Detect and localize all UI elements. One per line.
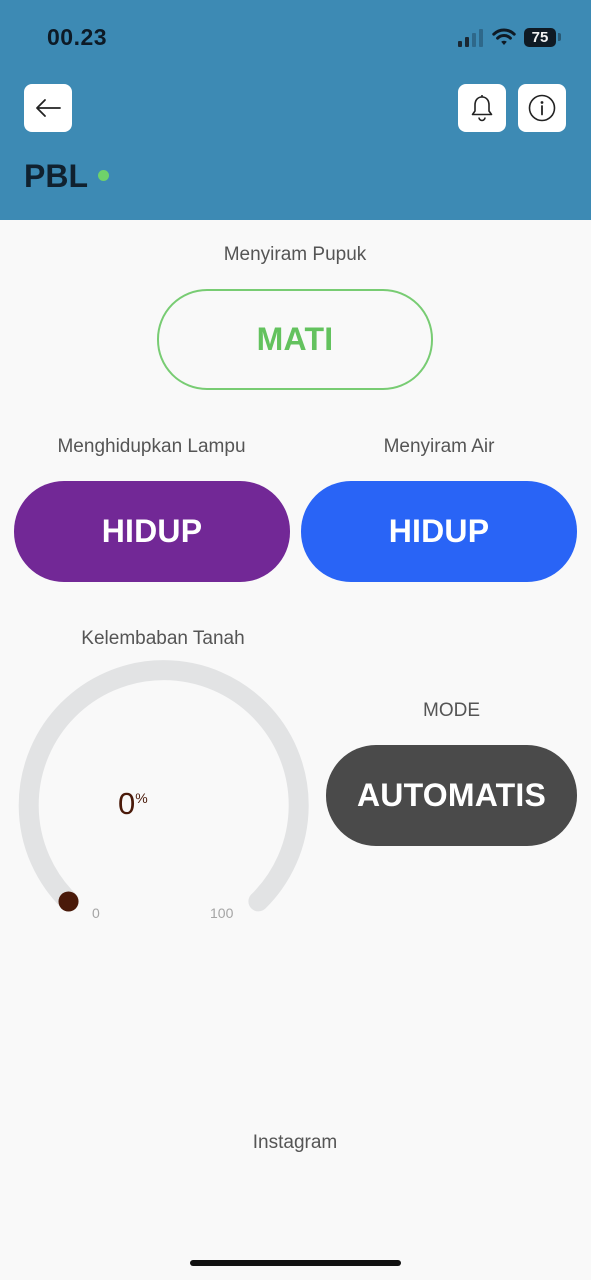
battery-indicator: 75	[524, 28, 556, 47]
home-indicator	[190, 1260, 401, 1266]
cellular-signal-icon	[458, 29, 484, 47]
online-status-dot	[98, 170, 109, 181]
gauge-value: 0	[118, 786, 136, 821]
lamp-toggle-button[interactable]: HIDUP	[14, 481, 290, 582]
back-button[interactable]	[24, 84, 72, 132]
page-title: PBL	[24, 158, 88, 194]
gauge-max-label: 100	[210, 905, 234, 921]
gauge-value-display: 0%	[118, 786, 208, 822]
bell-icon	[471, 95, 493, 122]
arrow-left-icon	[36, 99, 61, 117]
info-button[interactable]	[518, 84, 566, 132]
notifications-button[interactable]	[458, 84, 506, 132]
water-label: Menyiram Air	[383, 436, 495, 457]
mode-label: MODE	[423, 700, 480, 721]
fertilizer-label: Menyiram Pupuk	[223, 244, 367, 265]
gauge-min-label: 0	[92, 905, 100, 921]
wifi-icon	[492, 28, 516, 45]
fertilizer-toggle-button[interactable]: MATI	[157, 289, 433, 390]
info-icon	[528, 94, 556, 122]
app-header: 00.23 75 PBL	[0, 0, 591, 220]
instagram-link[interactable]: Instagram	[145, 1132, 445, 1154]
battery-tip	[558, 33, 561, 41]
water-toggle-button[interactable]: HIDUP	[301, 481, 577, 582]
gauge-unit: %	[135, 790, 148, 806]
gauge-indicator-dot	[58, 891, 79, 912]
lamp-label: Menghidupkan Lampu	[57, 436, 246, 457]
soil-moisture-label: Kelembaban Tanah	[81, 628, 245, 649]
mode-toggle-button[interactable]: AUTOMATIS	[326, 745, 577, 846]
status-time: 00.23	[47, 24, 108, 50]
